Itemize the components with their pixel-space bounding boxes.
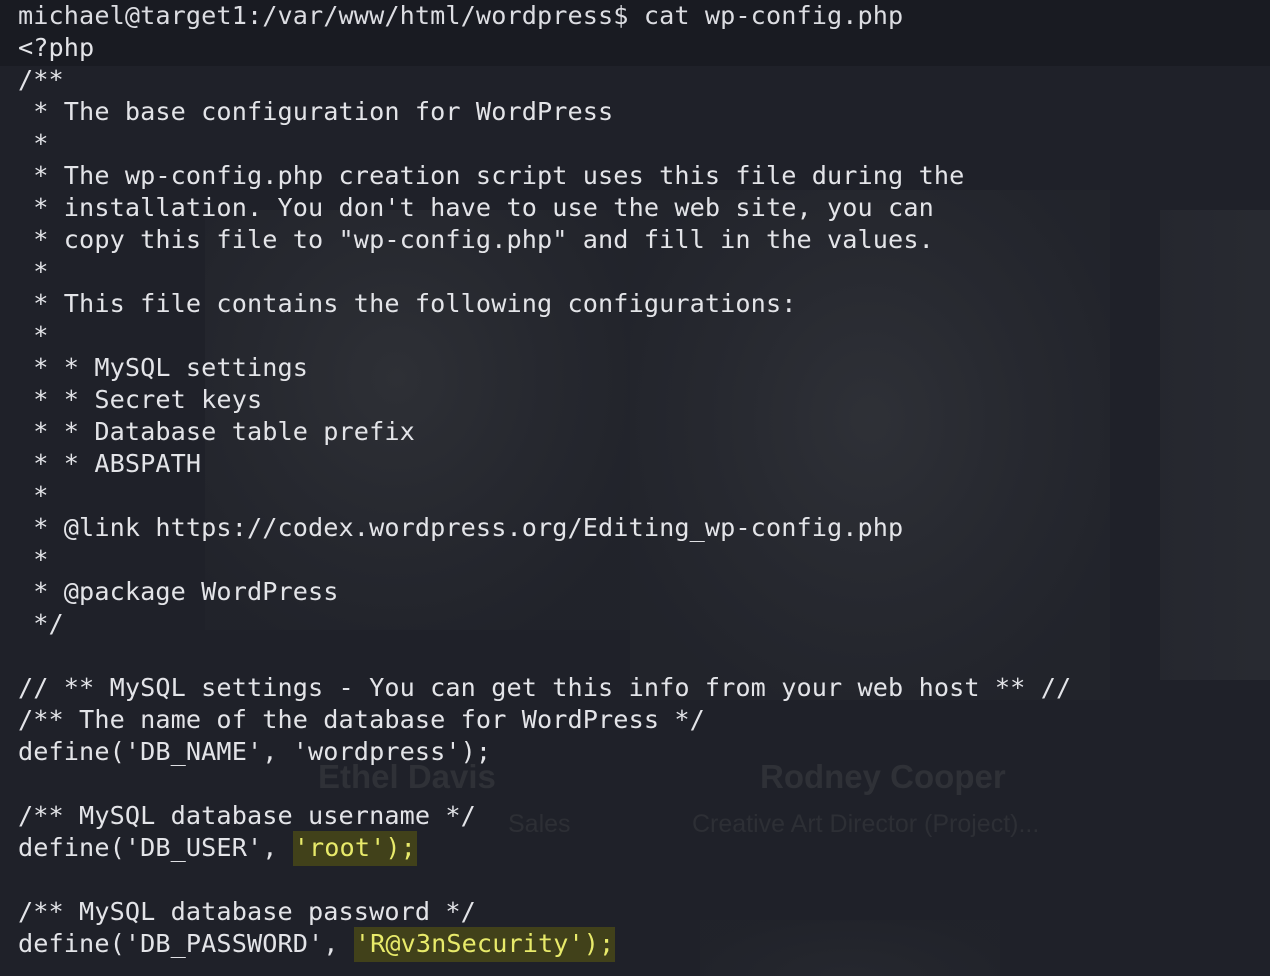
code-line: * * Database table prefix <box>18 417 415 446</box>
db-password-prefix: define('DB_PASSWORD', <box>18 929 354 958</box>
shell-prompt-line: michael@target1:/var/www/html/wordpress$… <box>18 1 904 30</box>
background-photo-edge <box>1160 210 1270 680</box>
code-line: * * Secret keys <box>18 385 263 414</box>
code-line: * The base configuration for WordPress <box>18 97 614 126</box>
code-line: * @link https://codex.wordpress.org/Edit… <box>18 513 904 542</box>
code-line: * @package WordPress <box>18 577 339 606</box>
code-line: * The wp-config.php creation script uses… <box>18 161 965 190</box>
db-password-value-highlight: 'R@v3nSecurity'); <box>353 927 616 962</box>
code-line: */ <box>18 609 64 638</box>
terminal-window[interactable]: Ethel Davis Rodney Cooper Sales Creative… <box>0 0 1270 976</box>
code-line: /** <box>18 65 64 94</box>
db-password-line: define('DB_PASSWORD', 'R@v3nSecurity'); <box>18 927 1071 962</box>
code-line: * <box>18 257 49 286</box>
terminal-output: michael@target1:/var/www/html/wordpress$… <box>18 0 1072 962</box>
code-line: * copy this file to "wp-config.php" and … <box>18 225 934 254</box>
code-line: * installation. You don't have to use th… <box>18 193 934 222</box>
code-line: /** MySQL database username */ <box>18 801 476 830</box>
code-line: * <box>18 321 49 350</box>
password-comment-line: /** MySQL database password */ <box>18 897 476 926</box>
db-user-line: define('DB_USER', 'root'); <box>18 831 1071 866</box>
code-line: // ** MySQL settings - You can get this … <box>18 673 1072 702</box>
db-user-prefix: define('DB_USER', <box>18 833 293 862</box>
code-line: * * ABSPATH <box>18 449 202 478</box>
code-line: * This file contains the following confi… <box>18 289 797 318</box>
code-line: * <box>18 545 49 574</box>
code-line: define('DB_NAME', 'wordpress'); <box>18 737 492 766</box>
db-user-value-highlight: 'root'); <box>292 831 417 866</box>
code-line: /** The name of the database for WordPre… <box>18 705 705 734</box>
code-line: <?php <box>18 33 95 62</box>
code-line: * <box>18 481 49 510</box>
code-line: * * MySQL settings <box>18 353 309 382</box>
code-line: * <box>18 129 49 158</box>
